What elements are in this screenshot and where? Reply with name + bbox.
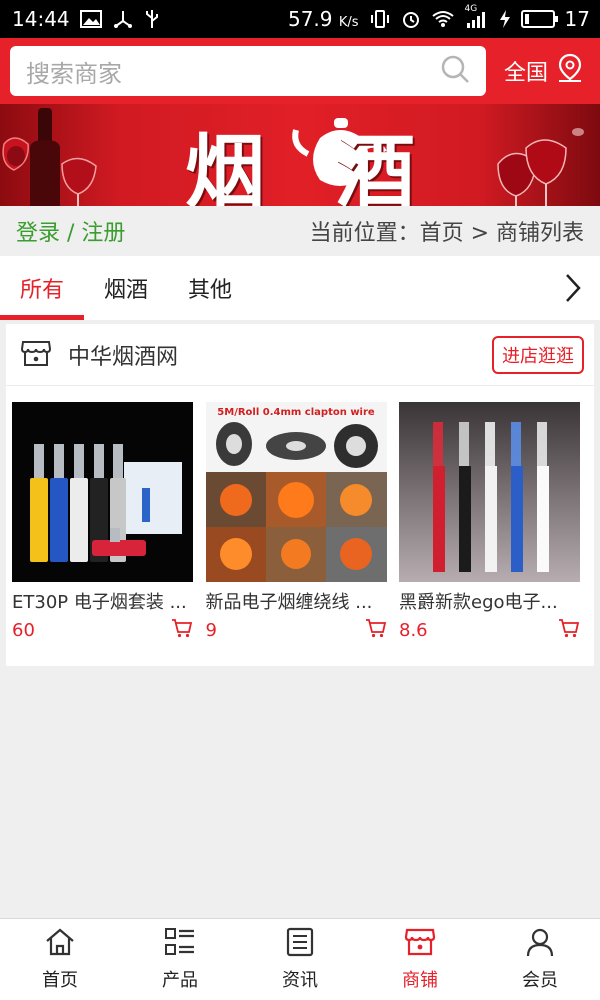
category-tabs: 所有 烟酒 其他 (0, 256, 600, 320)
header-bar: 搜索商家 全国 (0, 38, 600, 104)
cart-icon[interactable] (171, 618, 193, 642)
location-pin-icon (556, 53, 584, 89)
search-placeholder: 搜索商家 (26, 59, 122, 88)
product-name[interactable]: 黑爵新款ego电子... (399, 588, 580, 614)
usb-trident-icon (144, 8, 160, 30)
shop-title[interactable]: 中华烟酒网 (20, 338, 178, 372)
nav-home[interactable]: 首页 (0, 919, 120, 1000)
nav-stores[interactable]: 商铺 (360, 919, 480, 1000)
breadcrumb: 当前位置：首页 > 商铺列表 (309, 221, 584, 246)
promo-banner[interactable]: 烟酒 (0, 104, 600, 206)
product-price: 8.6 (399, 619, 428, 641)
charging-icon (499, 8, 511, 30)
usb-icon (112, 8, 134, 30)
store-icon (404, 927, 436, 962)
auth-separator: / (60, 221, 82, 246)
cart-icon[interactable] (365, 618, 387, 642)
product-list: ET30P 电子烟套装 ... 60 5M/Roll 0.4mm clapton… (6, 386, 594, 642)
store-icon (20, 338, 52, 372)
status-bar: 14:44 57.9 K/s 4G 17 (0, 0, 600, 38)
news-icon (285, 927, 315, 962)
nav-products[interactable]: 产品 (120, 919, 240, 1000)
login-link[interactable]: 登录 (16, 221, 60, 246)
battery-level: 17 (564, 7, 590, 31)
bottom-nav: 首页 产品 资讯 商铺 会员 (0, 918, 600, 1000)
region-selector[interactable]: 全国 (504, 53, 584, 89)
search-icon[interactable] (440, 54, 470, 88)
product-card[interactable]: 黑爵新款ego电子... 8.6 (399, 402, 580, 642)
net-speed: 57.9 K/s (287, 7, 359, 31)
chevron-right-icon[interactable] (558, 272, 588, 304)
auth-links: 登录 / 注册 (16, 215, 125, 247)
visit-store-button[interactable]: 进店逛逛 (492, 335, 584, 374)
nav-products-label: 产品 (162, 970, 198, 991)
product-image-caption: 5M/Roll 0.4mm clapton wire (217, 407, 375, 418)
search-input[interactable]: 搜索商家 (10, 46, 486, 96)
product-image[interactable] (399, 402, 580, 582)
wifi-icon (431, 8, 455, 30)
nav-member-label: 会员 (522, 970, 558, 991)
shop-card-header: 中华烟酒网 进店逛逛 (6, 324, 594, 386)
tab-all[interactable]: 所有 (0, 256, 84, 320)
vibrate-icon (369, 8, 391, 30)
product-price: 60 (12, 619, 35, 641)
shop-name: 中华烟酒网 (68, 344, 179, 370)
grid-list-icon (164, 927, 196, 962)
home-icon (44, 927, 76, 962)
alarm-icon (401, 8, 421, 30)
product-name[interactable]: ET30P 电子烟套装 ... (12, 588, 193, 614)
product-image[interactable] (12, 402, 193, 582)
nav-home-label: 首页 (42, 970, 78, 991)
product-price: 9 (205, 619, 217, 641)
product-card[interactable]: 5M/Roll 0.4mm clapton wire 新品电子烟缠绕线 ... … (205, 402, 387, 642)
nav-stores-label: 商铺 (402, 970, 438, 991)
tab-tobacco-liquor[interactable]: 烟酒 (84, 256, 168, 320)
tab-other[interactable]: 其他 (168, 256, 252, 320)
nav-news-label: 资讯 (282, 970, 318, 991)
breadcrumb-row: 登录 / 注册 当前位置：首页 > 商铺列表 (0, 206, 600, 256)
image-icon (79, 8, 102, 30)
user-icon (525, 927, 555, 962)
register-link[interactable]: 注册 (81, 221, 125, 246)
status-time: 14:44 (12, 7, 70, 31)
battery-icon (520, 10, 558, 28)
product-card[interactable]: ET30P 电子烟套装 ... 60 (12, 402, 193, 642)
shop-card: 中华烟酒网 进店逛逛 ET30P 电子烟套装 ... 60 5M/Roll 0.… (6, 324, 594, 666)
nav-news[interactable]: 资讯 (240, 919, 360, 1000)
nav-member[interactable]: 会员 (480, 919, 600, 1000)
banner-title: 烟酒 (185, 125, 485, 206)
product-image[interactable]: 5M/Roll 0.4mm clapton wire (205, 402, 387, 582)
signal-icon: 4G (465, 4, 489, 30)
cart-icon[interactable] (558, 618, 580, 642)
product-name[interactable]: 新品电子烟缠绕线 ... (206, 588, 387, 614)
region-label: 全国 (504, 61, 549, 86)
